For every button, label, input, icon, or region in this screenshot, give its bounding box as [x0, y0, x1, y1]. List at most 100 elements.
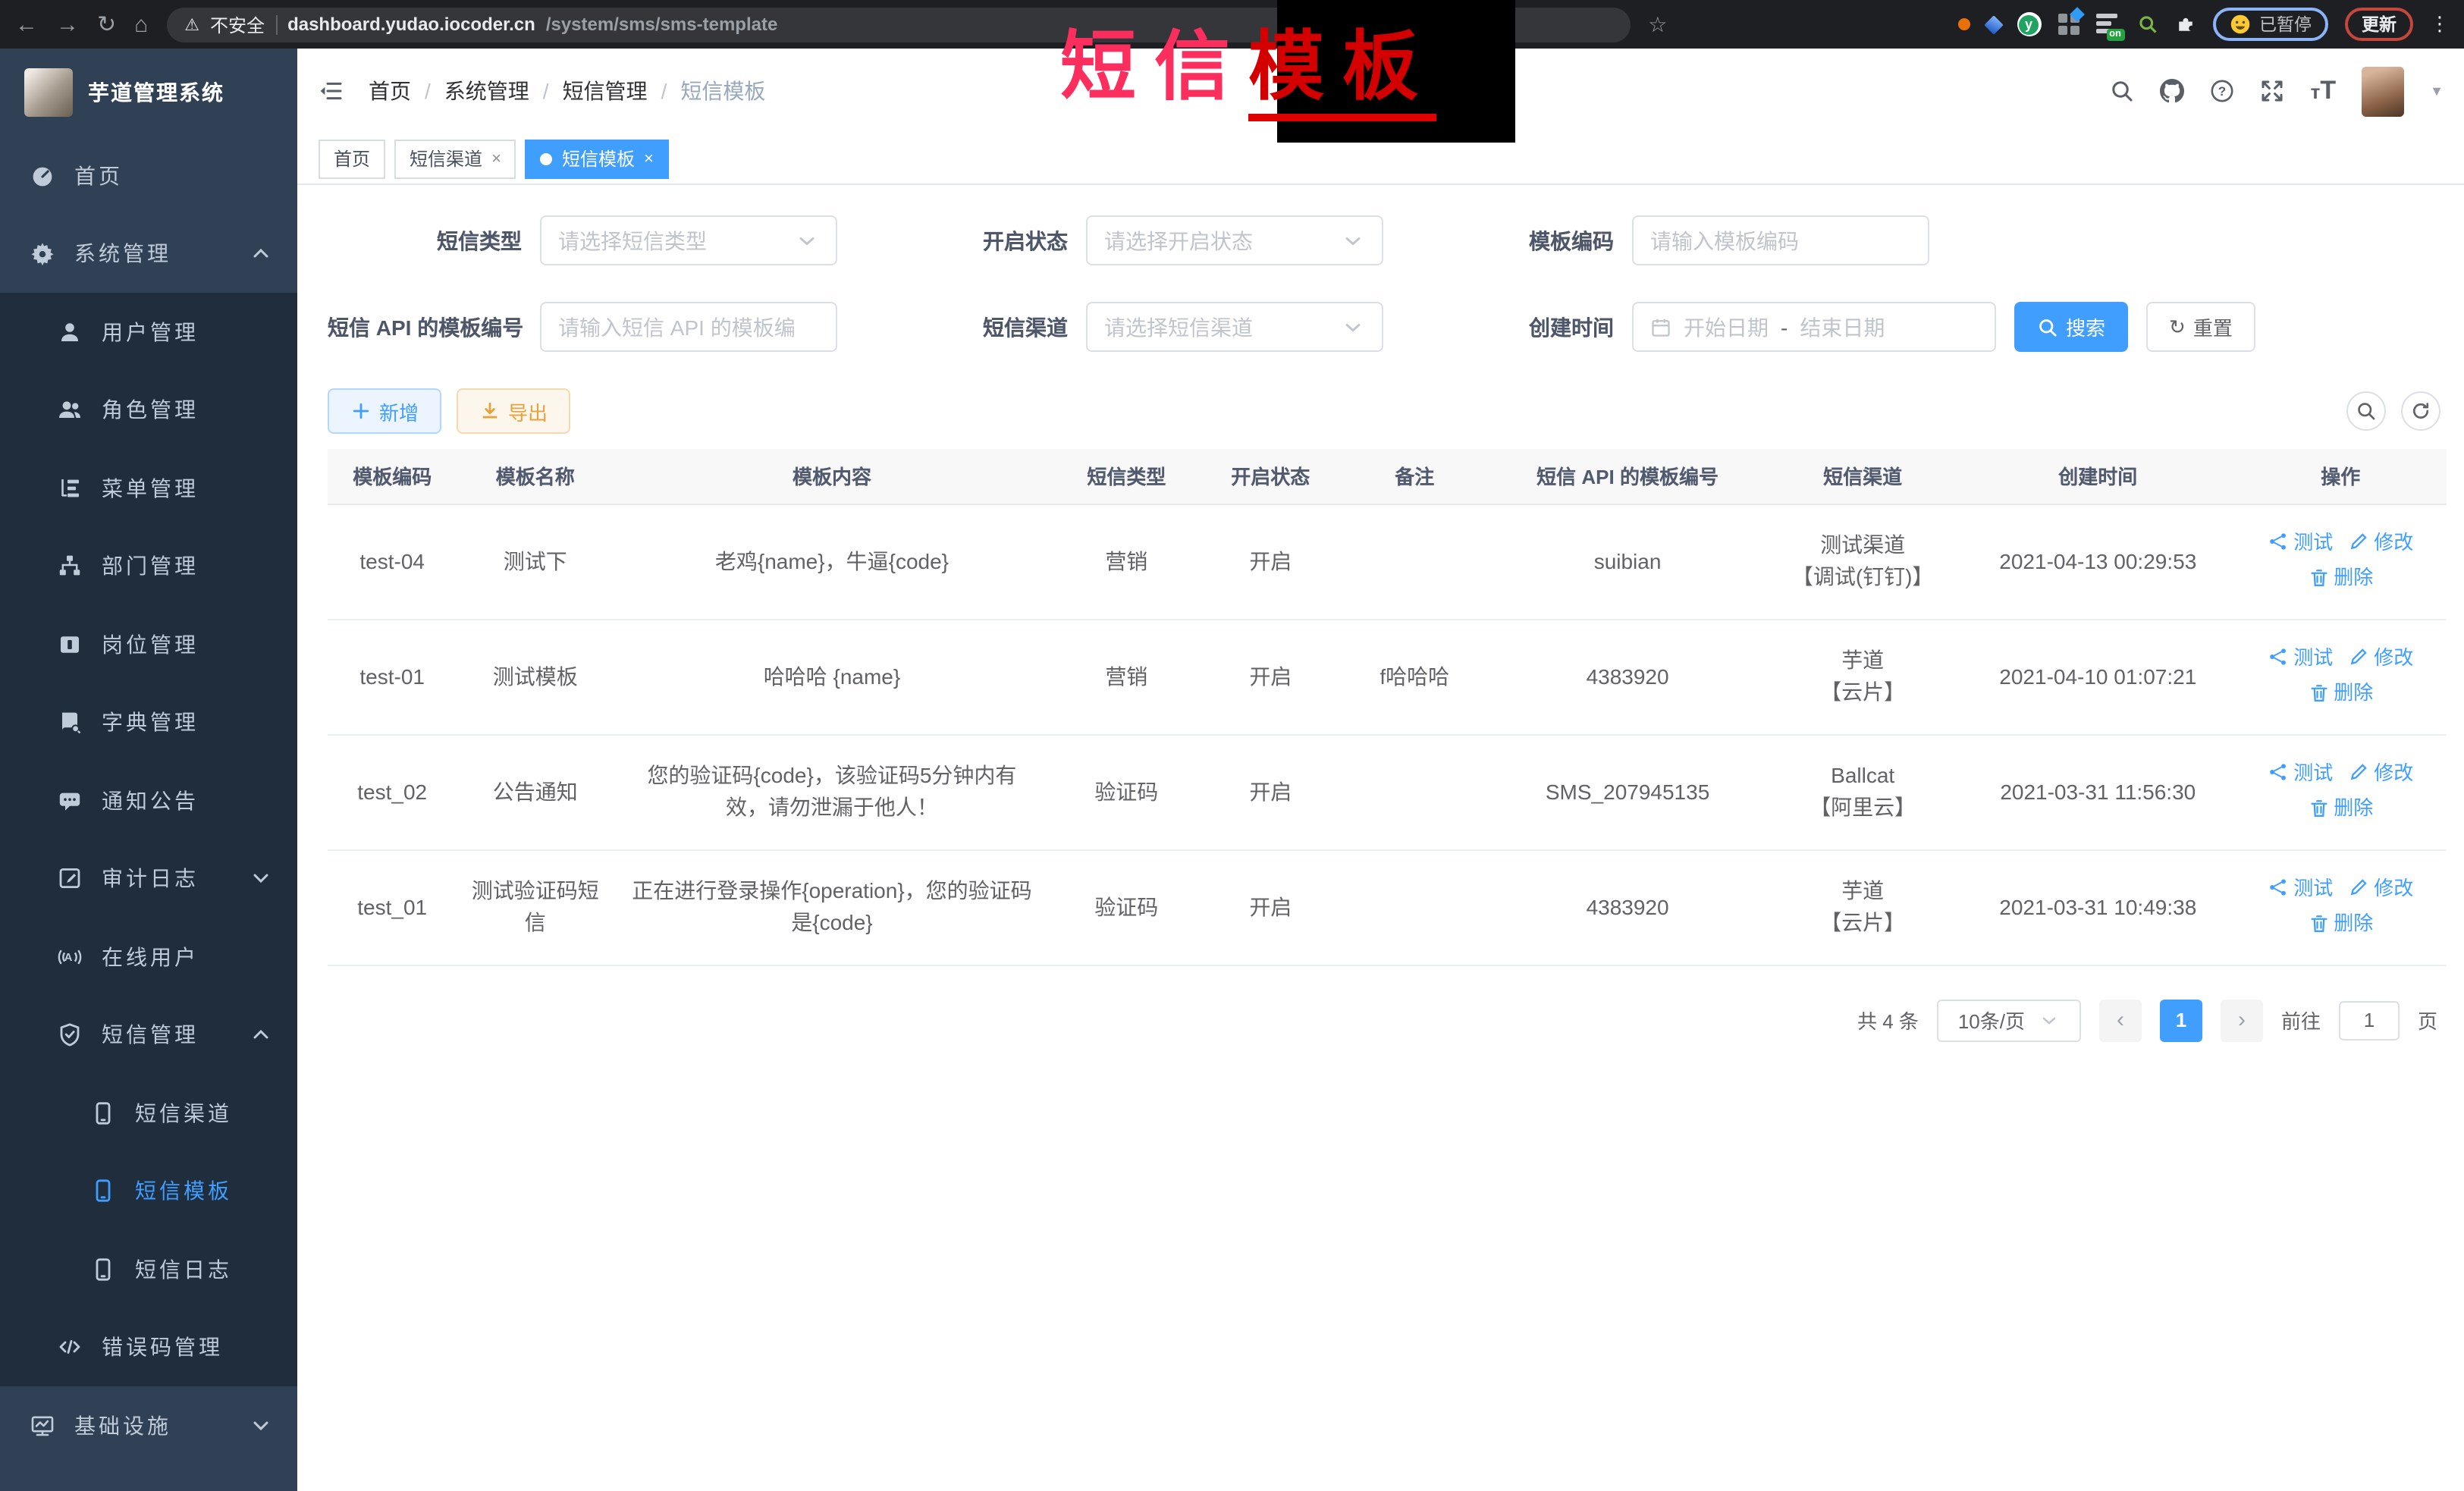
extension-orange-icon[interactable] [1957, 18, 1970, 30]
font-size-icon[interactable]: ᴛT [2311, 76, 2337, 106]
sidebar-item-error-codes[interactable]: 错误码管理 [0, 1308, 297, 1386]
status-select[interactable]: 请选择开启状态 [1086, 215, 1383, 265]
github-icon[interactable] [2161, 79, 2185, 103]
extension-blue-pin-icon[interactable] [1983, 14, 2002, 33]
sidebar-item-infrastructure[interactable]: 基础设施 [0, 1386, 297, 1464]
sidebar-item-online-users[interactable]: A 在线用户 [0, 918, 297, 996]
sidebar-item-positions[interactable]: 岗位管理 [0, 605, 297, 683]
sms-type-select[interactable]: 请选择短信类型 [540, 215, 837, 265]
delete-link[interactable]: 删除 [2308, 561, 2373, 593]
date-separator: - [1781, 315, 1788, 339]
sidebar-item-departments[interactable]: 部门管理 [0, 527, 297, 605]
extension-grid-icon[interactable] [2058, 14, 2079, 35]
template-code-input[interactable] [1650, 228, 1911, 253]
toolbar-right-actions [2346, 391, 2440, 431]
close-icon[interactable]: × [491, 149, 501, 168]
browser-back-icon[interactable]: ← [15, 13, 38, 36]
breadcrumb-home[interactable]: 首页 [369, 76, 411, 106]
extension-green-y-icon[interactable]: y [2017, 12, 2041, 36]
table-header-row: 模板编码 模板名称 模板内容 短信类型 开启状态 备注 短信 API 的模板编号… [328, 449, 2447, 504]
prev-page-button[interactable]: ‹ [2099, 999, 2142, 1041]
tab-home[interactable]: 首页 [319, 139, 385, 178]
sidebar-item-audit-log[interactable]: 审计日志 [0, 840, 297, 918]
help-icon[interactable]: ? [2211, 79, 2235, 103]
edit-link[interactable]: 修改 [2348, 871, 2413, 903]
search-icon[interactable] [2111, 79, 2135, 103]
sidebar-item-users[interactable]: 用户管理 [0, 293, 297, 371]
insecure-warning-icon: ⚠ [184, 14, 199, 34]
test-link[interactable]: 测试 [2268, 526, 2333, 557]
sidebar-item-roles[interactable]: 角色管理 [0, 371, 297, 449]
trash-icon [2308, 567, 2329, 588]
calendar-icon [1650, 316, 1671, 337]
plus-icon [350, 400, 372, 422]
chevron-down-icon [249, 1414, 273, 1438]
shield-check-icon [58, 1023, 82, 1047]
badge-icon [58, 632, 82, 657]
col-api-template-id: 短信 API 的模板编号 [1491, 449, 1764, 504]
test-link[interactable]: 测试 [2268, 756, 2333, 788]
col-actions: 操作 [2235, 449, 2447, 504]
sidebar-item-sms-log[interactable]: 短信日志 [0, 1230, 297, 1308]
caret-down-icon[interactable]: ▼ [2430, 83, 2444, 99]
tab-sms-channel[interactable]: 短信渠道× [394, 139, 516, 178]
chevron-down-icon [1341, 228, 1365, 253]
fullscreen-icon[interactable] [2261, 79, 2285, 103]
api-template-id-input[interactable] [558, 315, 819, 339]
pagination: 共 4 条 10条/页 ‹ 1 › 前往 页 [328, 999, 2447, 1041]
goto-page-input[interactable] [2339, 1000, 2400, 1040]
sidebar-item-system[interactable]: 系统管理 [0, 215, 297, 293]
sidebar-item-sms-template[interactable]: 短信模板 [0, 1152, 297, 1230]
extensions-puzzle-icon[interactable] [2174, 14, 2196, 35]
sidebar-item-menus[interactable]: 菜单管理 [0, 449, 297, 527]
sidebar-submenu-system: 用户管理 角色管理 菜单管理 部门管理 岗位管理 [0, 293, 297, 1386]
sidebar-item-sms[interactable]: 短信管理 [0, 996, 297, 1074]
extension-magnifier-icon[interactable] [2136, 14, 2158, 35]
add-button[interactable]: 新增 [328, 388, 441, 434]
trash-icon [2308, 797, 2329, 818]
breadcrumb-sms[interactable]: 短信管理 [563, 76, 648, 106]
sidebar-item-home[interactable]: 首页 [0, 137, 297, 215]
zoom-search-icon[interactable] [2346, 391, 2386, 431]
sidebar-item-announcements[interactable]: 通知公告 [0, 761, 297, 840]
sidebar-item-sms-channel[interactable]: 短信渠道 [0, 1074, 297, 1152]
chevron-down-icon [2039, 1009, 2060, 1031]
svg-text:A: A [64, 951, 76, 964]
sidebar-fold-icon[interactable] [319, 79, 343, 103]
edit-link[interactable]: 修改 [2348, 641, 2413, 673]
delete-link[interactable]: 删除 [2308, 907, 2373, 939]
channel-select[interactable]: 请选择短信渠道 [1086, 302, 1383, 352]
sidebar-item-dictionary[interactable]: 字典管理 [0, 683, 297, 761]
user-avatar[interactable] [2362, 66, 2404, 116]
browser-profile-chip[interactable]: 已暂停 [2212, 8, 2328, 41]
test-link[interactable]: 测试 [2268, 641, 2333, 673]
breadcrumb-system[interactable]: 系统管理 [444, 76, 529, 106]
browser-update-button[interactable]: 更新 [2345, 8, 2413, 41]
col-sms-type: 短信类型 [1050, 449, 1203, 504]
browser-home-icon[interactable]: ⌂ [134, 13, 148, 36]
browser-menu-icon[interactable]: ⋮ [2430, 12, 2450, 36]
bookmark-star-icon[interactable]: ☆ [1648, 11, 1667, 37]
audit-log-icon [58, 867, 82, 891]
refresh-icon: ↻ [2169, 315, 2186, 339]
delete-link[interactable]: 删除 [2308, 792, 2373, 824]
browser-forward-icon[interactable]: → [56, 13, 79, 36]
delete-link[interactable]: 删除 [2308, 676, 2373, 708]
next-page-button[interactable]: › [2221, 999, 2263, 1041]
extension-list-on-icon[interactable]: on [2095, 12, 2120, 36]
reset-button[interactable]: ↻ 重置 [2146, 302, 2255, 352]
sidebar-logo[interactable]: 芋道管理系统 [0, 49, 297, 137]
close-icon[interactable]: × [644, 149, 654, 168]
browser-reload-icon[interactable]: ↻ [97, 13, 116, 36]
refresh-table-icon[interactable] [2401, 391, 2440, 431]
current-page-button[interactable]: 1 [2160, 999, 2202, 1041]
edit-link[interactable]: 修改 [2348, 756, 2413, 788]
monitor-icon [30, 1414, 55, 1438]
search-button[interactable]: 搜索 [2014, 302, 2128, 352]
edit-link[interactable]: 修改 [2348, 526, 2413, 557]
create-time-range-picker[interactable]: 开始日期 - 结束日期 [1632, 302, 1996, 352]
test-link[interactable]: 测试 [2268, 871, 2333, 903]
page-size-select[interactable]: 10条/页 [1937, 999, 2081, 1041]
export-button[interactable]: 导出 [457, 388, 570, 434]
tab-sms-template[interactable]: 短信模板× [526, 139, 669, 178]
